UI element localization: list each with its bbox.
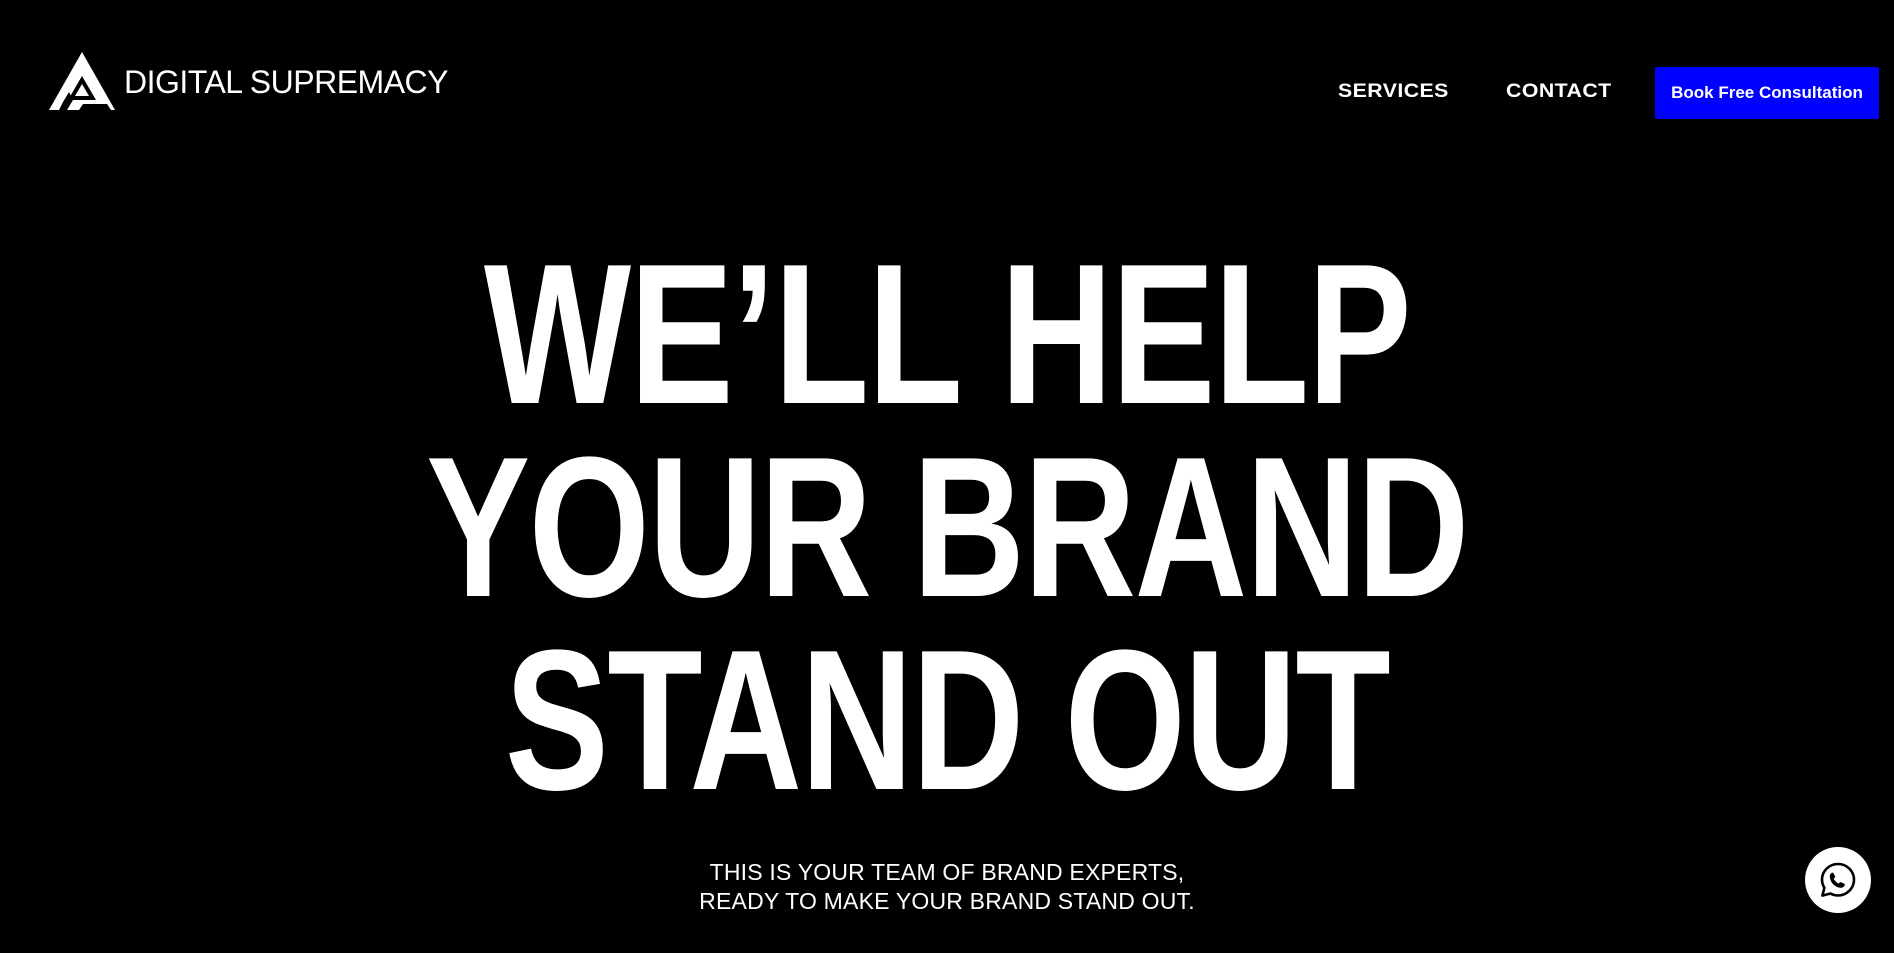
logo-text: DIGITAL SUPREMACY	[124, 64, 449, 100]
page: DIGITAL SUPREMACY SERVICES CONTACT Book …	[0, 0, 1894, 953]
hero-subtitle-line: THIS IS YOUR TEAM OF BRAND EXPERTS,	[709, 859, 1185, 885]
triangle-logo-icon	[49, 52, 115, 110]
hero-title-line: WE’LL HELP	[483, 223, 1412, 446]
hero-title-line: STAND OUT	[504, 609, 1391, 832]
whatsapp-icon	[1820, 862, 1856, 897]
hero-title: WE’LL HELP YOUR BRAND STAND OUT	[0, 223, 1894, 832]
book-consultation-button[interactable]: Book Free Consultation	[1655, 67, 1879, 119]
whatsapp-chat-button[interactable]	[1805, 847, 1871, 913]
hero-title-line: YOUR BRAND	[426, 416, 1469, 639]
hero-subtitle: THIS IS YOUR TEAM OF BRAND EXPERTS, READ…	[0, 858, 1894, 916]
nav-contact-link[interactable]: CONTACT	[1506, 82, 1612, 102]
site-logo[interactable]: DIGITAL SUPREMACY	[49, 52, 449, 110]
nav-services-link[interactable]: SERVICES	[1338, 82, 1449, 102]
hero-subtitle-line: READY TO MAKE YOUR BRAND STAND OUT.	[699, 888, 1195, 914]
